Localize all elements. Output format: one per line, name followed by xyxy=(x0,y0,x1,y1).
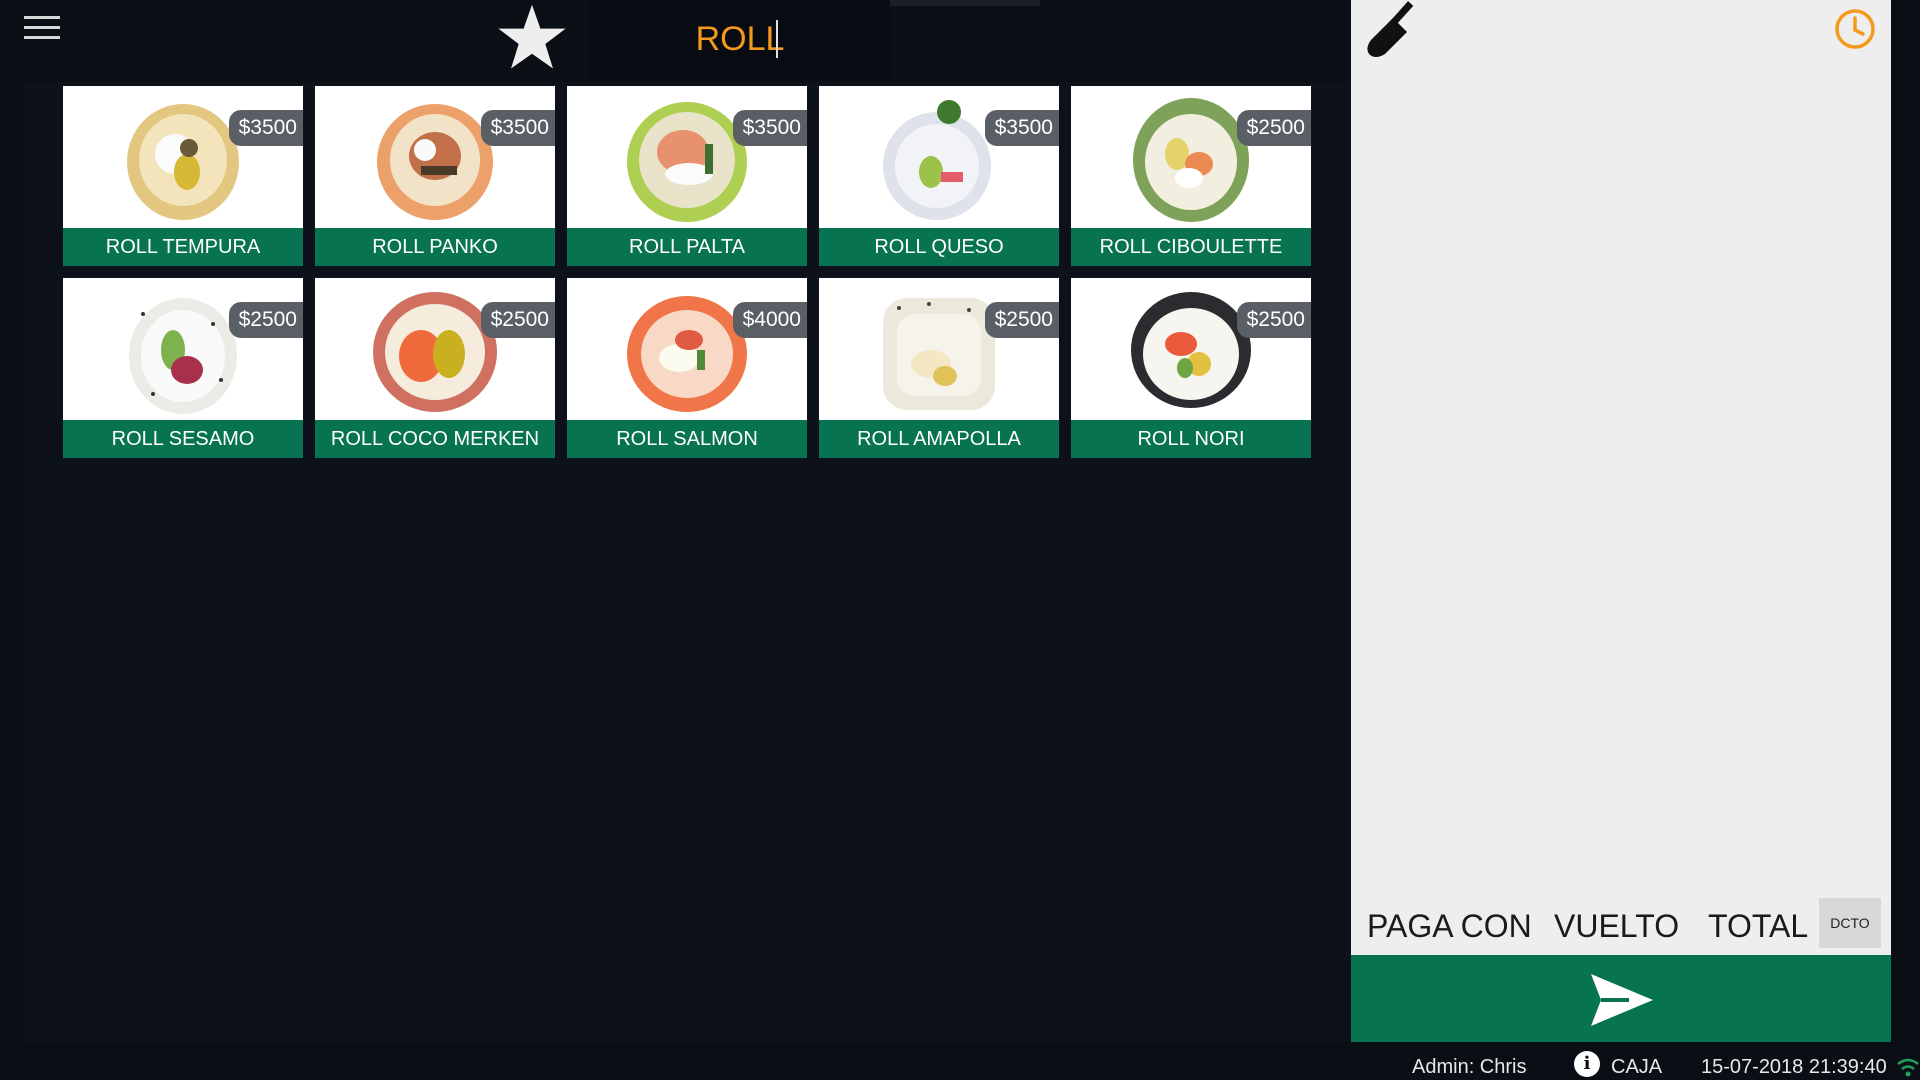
product-card-roll-panko[interactable]: $3500 ROLL PANKO xyxy=(315,86,555,266)
product-price: $4000 xyxy=(732,302,807,338)
product-card-roll-salmon[interactable]: $4000 ROLL SALMON xyxy=(567,278,807,458)
menu-panel: $3500 ROLL TEMPURA $3500 ROLL PANKO $350… xyxy=(0,0,1351,1042)
clock-icon[interactable] xyxy=(1834,8,1876,50)
product-name: ROLL NORI xyxy=(1071,420,1311,458)
product-card-roll-tempura[interactable]: $3500 ROLL TEMPURA xyxy=(63,86,303,266)
top-strip xyxy=(880,0,1040,6)
product-card-roll-queso[interactable]: $3500 ROLL QUESO xyxy=(819,86,1059,266)
user-label: Admin: Chris xyxy=(1412,1056,1527,1078)
datetime-label: 15-07-2018 21:39:40 xyxy=(1701,1056,1887,1078)
sushi-roll-coco-merken-image xyxy=(373,292,497,412)
product-price: $3500 xyxy=(480,110,555,146)
sushi-roll-nori-image xyxy=(1131,292,1251,408)
product-name: ROLL PALTA xyxy=(567,228,807,266)
search-input[interactable] xyxy=(590,14,890,64)
sushi-roll-queso-image xyxy=(883,100,991,220)
product-price: $2500 xyxy=(228,302,303,338)
sushi-roll-salmon-image xyxy=(627,296,747,412)
product-price: $2500 xyxy=(480,302,555,338)
sushi-roll-sesamo-image xyxy=(129,298,237,414)
product-price: $2500 xyxy=(1236,110,1311,146)
product-name: ROLL CIBOULETTE xyxy=(1071,228,1311,266)
total-label: TOTAL xyxy=(1708,908,1809,944)
product-name: ROLL QUESO xyxy=(819,228,1059,266)
product-card-roll-sesamo[interactable]: $2500 ROLL SESAMO xyxy=(63,278,303,458)
product-price: $3500 xyxy=(228,110,303,146)
sushi-roll-palta-image xyxy=(627,102,747,222)
menu-icon[interactable] xyxy=(24,14,60,44)
product-name: ROLL SESAMO xyxy=(63,420,303,458)
send-order-button[interactable] xyxy=(1351,955,1891,1042)
product-name: ROLL SALMON xyxy=(567,420,807,458)
sushi-roll-amapolla-image xyxy=(883,298,995,410)
product-card-roll-ciboulette[interactable]: $2500 ROLL CIBOULETTE xyxy=(1071,86,1311,266)
product-card-roll-palta[interactable]: $3500 ROLL PALTA xyxy=(567,86,807,266)
product-card-roll-coco-merken[interactable]: $2500 ROLL COCO MERKEN xyxy=(315,278,555,458)
product-price: $2500 xyxy=(1236,302,1311,338)
sushi-roll-panko-image xyxy=(377,104,493,220)
order-panel: PAGA CON VUELTO TOTAL DCTO xyxy=(1351,0,1891,1042)
status-bar: Admin: Chris i CAJA 15-07-2018 21:39:40 xyxy=(0,1042,1920,1080)
totals-row: PAGA CON VUELTO TOTAL xyxy=(1351,904,1891,954)
product-card-roll-amapolla[interactable]: $2500 ROLL AMAPOLLA xyxy=(819,278,1059,458)
mode-label: CAJA xyxy=(1611,1056,1663,1078)
product-name: ROLL COCO MERKEN xyxy=(315,420,555,458)
send-icon xyxy=(1591,974,1653,1026)
product-price: $3500 xyxy=(984,110,1059,146)
search-box[interactable] xyxy=(590,0,890,80)
wifi-icon xyxy=(1897,1058,1919,1077)
vuelto-label: VUELTO xyxy=(1554,908,1680,944)
product-name: ROLL PANKO xyxy=(315,228,555,266)
dcto-button[interactable]: DCTO xyxy=(1819,898,1881,948)
text-caret xyxy=(776,20,778,58)
paga-con-label: PAGA CON xyxy=(1367,908,1532,944)
star-icon[interactable] xyxy=(497,2,567,72)
sushi-roll-ciboulette-image xyxy=(1133,98,1249,222)
product-card-roll-nori[interactable]: $2500 ROLL NORI xyxy=(1071,278,1311,458)
product-name: ROLL AMAPOLLA xyxy=(819,420,1059,458)
top-bar xyxy=(0,0,1351,82)
product-price: $2500 xyxy=(984,302,1059,338)
broom-icon[interactable] xyxy=(1365,0,1427,62)
right-edge xyxy=(1891,0,1920,1042)
product-name: ROLL TEMPURA xyxy=(63,228,303,266)
info-icon[interactable]: i xyxy=(1574,1051,1600,1077)
pos-app: $3500 ROLL TEMPURA $3500 ROLL PANKO $350… xyxy=(0,0,1920,1080)
product-price: $3500 xyxy=(732,110,807,146)
sushi-roll-tempura-image xyxy=(127,104,239,220)
